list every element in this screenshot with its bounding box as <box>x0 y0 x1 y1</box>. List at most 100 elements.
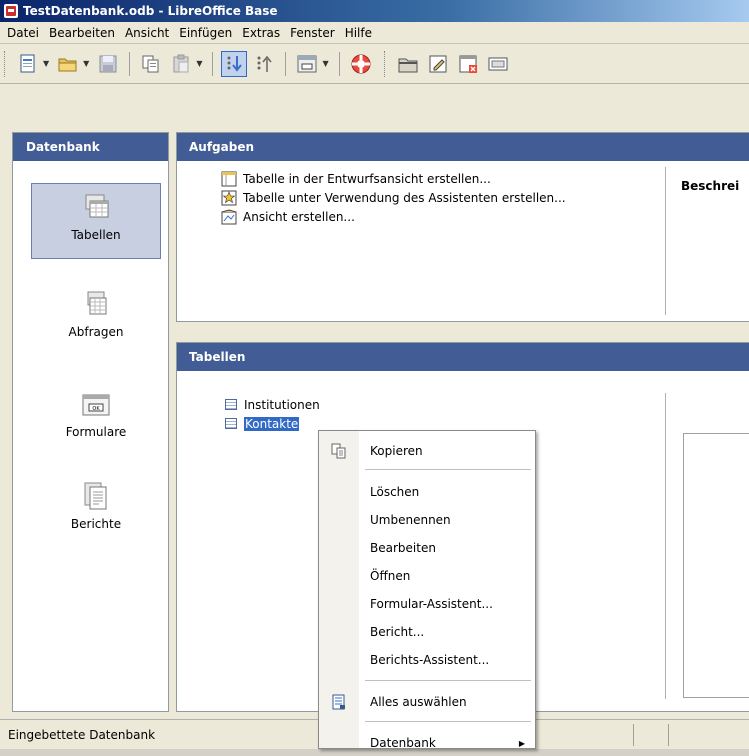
menu-hilfe[interactable]: Hilfe <box>340 26 377 40</box>
menu-bearbeiten[interactable]: Bearbeiten <box>44 26 120 40</box>
preview-box <box>683 433 749 698</box>
save-icon[interactable] <box>95 51 121 77</box>
menu-item-berichts-assistent[interactable]: Berichts-Assistent... <box>319 647 535 673</box>
nav-label-abfragen: Abfragen <box>68 325 124 339</box>
form-dropdown-arrow[interactable]: ▼ <box>322 59 328 68</box>
task-wizard[interactable]: Tabelle unter Verwendung des Assistenten… <box>221 188 566 207</box>
menu-item-oeffnen[interactable]: Öffnen <box>319 563 535 589</box>
menu-item-kopieren[interactable]: Kopieren <box>319 438 535 464</box>
menu-datei[interactable]: Datei <box>2 26 44 40</box>
table-label: Institutionen <box>244 397 320 412</box>
standard-toolbar: ▼ ▼ ▼ ▼ <box>0 44 749 84</box>
menu-separator <box>365 469 531 470</box>
open-folder-icon[interactable] <box>55 51 81 77</box>
design-view-icon <box>221 171 237 187</box>
help-lifebuoy-icon[interactable] <box>348 51 374 77</box>
table-list: Institutionen Kontakte <box>225 395 320 433</box>
menu-bar: Datei Bearbeiten Ansicht Einfügen Extras… <box>0 22 749 44</box>
menu-item-label: Datenbank <box>370 736 436 750</box>
nav-item-formulare[interactable]: OK Formulare <box>31 381 161 451</box>
form-control-icon[interactable] <box>294 51 320 77</box>
table-label: Kontakte <box>244 416 300 431</box>
table-icon <box>225 399 237 410</box>
toolbar-separator <box>129 51 131 76</box>
submenu-arrow-icon: ▶ <box>518 738 525 748</box>
menu-item-bericht[interactable]: Bericht... <box>319 619 535 645</box>
nav-label-formulare: Formulare <box>65 425 127 439</box>
svg-text:OK: OK <box>92 406 100 412</box>
copy-icon <box>331 443 347 459</box>
menu-item-label: Alles auswählen <box>370 695 467 709</box>
rename-icon[interactable] <box>485 51 511 77</box>
edit-icon[interactable] <box>425 51 451 77</box>
pane-header-tabellen: Tabellen <box>177 343 749 371</box>
menu-extras[interactable]: Extras <box>237 26 285 40</box>
create-view-icon <box>221 208 237 225</box>
new-dropdown-arrow[interactable]: ▼ <box>43 59 49 68</box>
toolbar-separator <box>338 51 340 76</box>
pane-header-aufgaben: Aufgaben <box>177 133 749 161</box>
nav-item-abfragen[interactable]: Abfragen <box>31 281 161 351</box>
paste-icon[interactable] <box>168 51 194 77</box>
copy-icon[interactable] <box>138 51 164 77</box>
task-create-view[interactable]: Ansicht erstellen... <box>221 207 566 226</box>
open-database-object-icon[interactable] <box>395 51 421 77</box>
menu-fenster[interactable]: Fenster <box>285 26 340 40</box>
table-item-institutionen[interactable]: Institutionen <box>225 395 320 414</box>
menu-item-umbenennen[interactable]: Umbenennen <box>319 507 535 533</box>
pane-header-datenbank: Datenbank <box>13 133 168 161</box>
window-title: TestDatenbank.odb - LibreOffice Base <box>23 4 278 18</box>
menu-item-label: Bearbeiten <box>370 541 436 555</box>
toolbar-separator <box>285 51 287 76</box>
menu-item-label: Kopieren <box>370 444 423 458</box>
queries-icon <box>81 289 111 319</box>
task-label: Ansicht erstellen... <box>243 209 355 224</box>
tables-divider <box>665 393 666 699</box>
toolbar-grip[interactable] <box>4 50 7 77</box>
sort-ascending-icon[interactable] <box>221 50 248 77</box>
toolbar-grip-2[interactable] <box>383 50 387 77</box>
new-document-icon[interactable] <box>15 51 41 77</box>
menu-item-label: Berichts-Assistent... <box>370 653 490 667</box>
menu-item-label: Bericht... <box>370 625 425 639</box>
nav-label-berichte: Berichte <box>70 517 122 531</box>
menu-item-label: Öffnen <box>370 569 411 583</box>
table-icon <box>225 418 237 429</box>
task-label: Tabelle unter Verwendung des Assistenten… <box>243 190 566 205</box>
menu-item-bearbeiten[interactable]: Bearbeiten <box>319 535 535 561</box>
forms-icon: OK <box>81 389 111 419</box>
delete-icon[interactable] <box>455 51 481 77</box>
task-label: Tabelle in der Entwurfsansicht erstellen… <box>243 171 491 186</box>
menu-separator <box>365 680 531 681</box>
database-navigation-pane: Datenbank Tabellen Abfragen OK Formulare… <box>12 132 169 712</box>
menu-separator <box>365 721 531 722</box>
menu-ansicht[interactable]: Ansicht <box>120 26 174 40</box>
menu-item-loeschen[interactable]: Löschen <box>319 479 535 505</box>
menu-item-datenbank[interactable]: Datenbank ▶ <box>319 730 535 756</box>
menu-item-label: Umbenennen <box>370 513 451 527</box>
reports-icon <box>81 481 111 511</box>
status-text: Eingebettete Datenbank <box>8 727 156 742</box>
menu-item-alles-auswaehlen[interactable]: Alles auswählen <box>319 689 535 715</box>
libreoffice-base-icon <box>4 4 18 18</box>
menu-item-formular-assistent[interactable]: Formular-Assistent... <box>319 591 535 617</box>
task-list: Tabelle in der Entwurfsansicht erstellen… <box>221 169 566 226</box>
menu-item-label: Löschen <box>370 485 420 499</box>
nav-item-berichte[interactable]: Berichte <box>31 473 161 543</box>
tasks-pane: Aufgaben Tabelle in der Entwurfsansicht … <box>176 132 749 322</box>
menu-einfuegen[interactable]: Einfügen <box>174 26 237 40</box>
description-label: Beschrei <box>681 179 740 193</box>
sort-descending-icon[interactable] <box>251 51 277 77</box>
nav-label-tabellen: Tabellen <box>71 228 121 242</box>
open-dropdown-arrow[interactable]: ▼ <box>83 59 89 68</box>
menu-item-label: Formular-Assistent... <box>370 597 493 611</box>
title-bar: TestDatenbank.odb - LibreOffice Base <box>0 0 749 22</box>
task-design-view[interactable]: Tabelle in der Entwurfsansicht erstellen… <box>221 169 566 188</box>
status-separator <box>633 724 634 746</box>
nav-item-tabellen[interactable]: Tabellen <box>31 183 161 259</box>
context-menu: Kopieren Löschen Umbenennen Bearbeiten Ö… <box>318 430 536 750</box>
table-item-kontakte[interactable]: Kontakte <box>225 414 320 433</box>
status-separator <box>668 724 669 746</box>
select-all-icon <box>331 694 347 710</box>
paste-dropdown-arrow[interactable]: ▼ <box>196 59 202 68</box>
